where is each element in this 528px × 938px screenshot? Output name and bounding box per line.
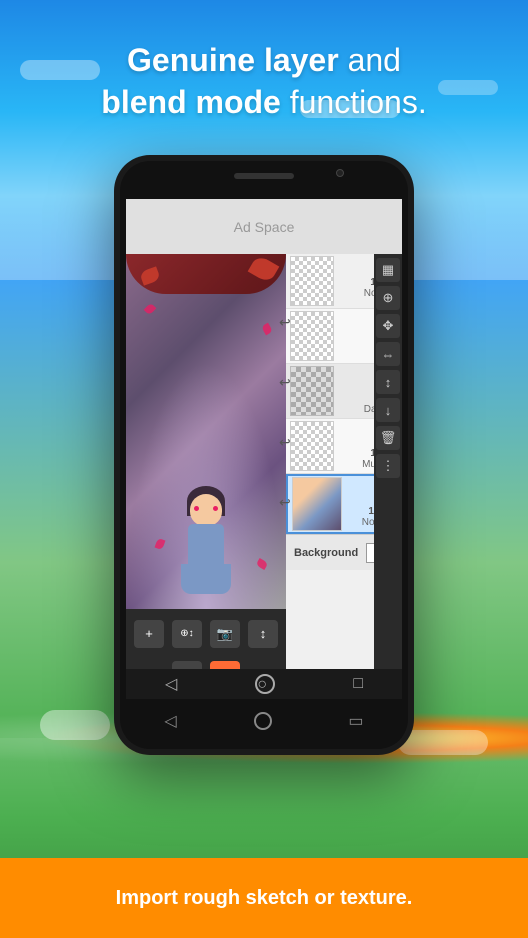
artwork-canvas: [126, 254, 286, 609]
rt-add-btn[interactable]: ⊕: [376, 286, 400, 310]
petal: [256, 558, 269, 570]
layer-thumb-4: [290, 311, 334, 361]
rt-delete-btn[interactable]: 🗑: [376, 426, 400, 450]
rt-more-btn[interactable]: ⋮: [376, 454, 400, 478]
nav-home-btn[interactable]: ○: [255, 674, 275, 694]
cloud: [40, 710, 110, 740]
rt-pattern-btn[interactable]: ▦: [376, 258, 400, 282]
headline-strong: Genuine layer: [127, 42, 339, 78]
rt-move-btn[interactable]: ✥: [376, 314, 400, 338]
rt-flip-btn[interactable]: ⇔: [376, 342, 400, 366]
phone-device: Ad Space: [114, 155, 414, 755]
banner-text: Import rough sketch or texture.: [116, 887, 413, 910]
layer-thumb-3: [290, 366, 334, 416]
merge-arrow-4: ↩: [279, 494, 291, 511]
add-layer-btn[interactable]: +: [134, 620, 164, 648]
char-head: [190, 494, 222, 526]
char-eye-right: [213, 506, 218, 511]
right-toolbar: ▦ ⊕ ✥ ⇔ ↕ ↓ 🗑 ⋮: [374, 254, 402, 669]
merge-arrow-2: ↩: [279, 374, 291, 391]
petal: [155, 538, 166, 550]
phone-home[interactable]: [254, 712, 272, 730]
phone-speaker: [234, 173, 294, 179]
nav-recent-btn[interactable]: □: [353, 675, 363, 693]
headline-blend: blend mode: [101, 84, 281, 120]
photo-btn[interactable]: 📷: [210, 620, 240, 648]
merge-arrow-3: ↩: [279, 434, 291, 451]
phone-recent[interactable]: ▭: [348, 711, 363, 731]
rt-download-btn[interactable]: ↓: [376, 398, 400, 422]
layer-thumb-1: [292, 477, 342, 531]
phone-inner: Ad Space: [120, 161, 408, 749]
phone-nav: ◁ ▭: [126, 699, 402, 743]
petal: [144, 303, 157, 316]
ad-label: Ad Space: [234, 219, 295, 235]
merge-arrow-1: ↩: [279, 314, 291, 331]
screen-nav: ◁ ○ □: [126, 669, 402, 699]
bg-label: Background: [294, 547, 358, 559]
merge-layer-btn[interactable]: ⊕↕: [172, 620, 202, 648]
layer-thumb-top: [290, 256, 334, 306]
char-skirt: [181, 564, 231, 594]
character-figure: [171, 494, 241, 604]
headline: Genuine layer and blend mode functions.: [0, 40, 528, 123]
cloud: [398, 730, 488, 755]
bottom-banner: Import rough sketch or texture.: [0, 858, 528, 938]
phone-back[interactable]: ◁: [164, 711, 176, 731]
phone-camera: [336, 169, 344, 177]
char-eye-left: [194, 506, 199, 511]
move-btn[interactable]: ↕: [248, 620, 278, 648]
petal: [261, 323, 273, 336]
ad-space: Ad Space: [126, 199, 402, 254]
rt-transform-btn[interactable]: ↕: [376, 370, 400, 394]
headline-functions: functions.: [290, 84, 427, 120]
headline-and: and: [348, 42, 401, 78]
nav-back-btn[interactable]: ◁: [165, 674, 177, 694]
app-screen: Ad Space: [126, 199, 402, 699]
canvas-area[interactable]: [126, 254, 286, 609]
layer-thumb-2: [290, 421, 334, 471]
